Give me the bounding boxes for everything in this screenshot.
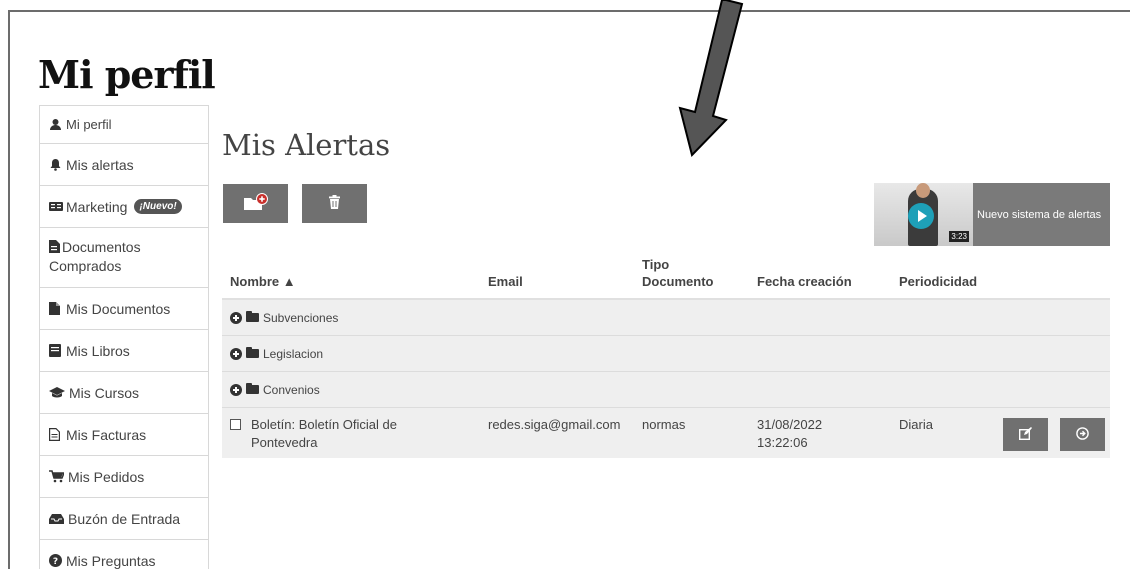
trash-icon: [329, 195, 340, 212]
table-row: Boletín: Boletín Oficial de Pontevedra r…: [222, 408, 1110, 458]
video-tutorial[interactable]: 3:23 Nuevo sistema de alertas: [874, 183, 1110, 246]
sidebar-item-mis-documentos[interactable]: Mis Documentos: [40, 288, 208, 330]
folder-icon: [246, 347, 259, 358]
sidebar-item-label: Mis Libros: [66, 342, 130, 359]
table-header: Nombre ▲ Email Tipo Documento Fecha crea…: [222, 250, 1110, 300]
sidebar-item-label: Mis Cursos: [69, 384, 140, 401]
video-label: Nuevo sistema de alertas: [977, 208, 1102, 221]
sidebar-item-mis-pedidos[interactable]: Mis Pedidos: [40, 456, 208, 498]
edit-button[interactable]: [1003, 418, 1048, 451]
page-title: Mi perfil: [38, 52, 216, 97]
group-label: Subvenciones: [263, 310, 339, 325]
folder-icon: [246, 311, 259, 322]
cell-nombre: Boletín: Boletín Oficial de Pontevedra: [222, 416, 480, 452]
graduation-cap-icon: [49, 386, 65, 399]
column-header-nombre[interactable]: Nombre ▲: [222, 273, 480, 290]
column-header-fecha-creacion[interactable]: Fecha creación: [749, 273, 891, 290]
sidebar-item-content: Documentos Comprados: [49, 238, 199, 276]
sidebar-item-mis-cursos[interactable]: Mis Cursos: [40, 372, 208, 414]
cell-email: redes.siga@gmail.com: [488, 417, 621, 432]
user-icon: [49, 118, 62, 131]
edit-icon: [1018, 426, 1032, 443]
invoice-icon: [48, 428, 62, 441]
alerts-table: Nombre ▲ Email Tipo Documento Fecha crea…: [222, 250, 1110, 458]
sidebar-item-label: Mi perfil: [66, 117, 112, 132]
arrow-circle-right-icon: [1076, 426, 1089, 443]
svg-text:?: ?: [53, 557, 58, 567]
sidebar-item-label: Documentos Comprados: [49, 239, 141, 274]
view-button[interactable]: [1060, 418, 1105, 451]
video-thumbnail: 3:23: [874, 183, 973, 246]
sidebar-item-label: Buzón de Entrada: [68, 510, 181, 527]
cell-tipo: normas: [642, 417, 686, 432]
expand-icon: [230, 311, 242, 324]
book-icon: [49, 344, 62, 357]
column-header-email[interactable]: Email: [480, 273, 634, 290]
bell-icon: [49, 158, 62, 171]
expand-icon: [230, 383, 242, 396]
group-label: Legislacion: [263, 346, 324, 361]
sidebar-item-label: Marketing: [66, 198, 128, 215]
row-actions: [1003, 416, 1105, 451]
sidebar-item-mis-libros[interactable]: Mis Libros: [40, 330, 208, 372]
delete-button[interactable]: [302, 184, 367, 223]
sidebar-item-buzon-de-entrada[interactable]: Buzón de Entrada: [40, 498, 208, 540]
file-icon: [49, 239, 62, 253]
sidebar-item-mis-facturas[interactable]: Mis Facturas: [40, 414, 208, 456]
document-icon: [49, 302, 62, 315]
column-header-tipo-documento[interactable]: Tipo Documento: [634, 256, 749, 290]
sidebar-item-marketing[interactable]: Marketing ¡Nuevo!: [40, 186, 208, 228]
sidebar-item-label: Mis Documentos: [66, 300, 171, 317]
new-badge: ¡Nuevo!: [134, 199, 182, 214]
sidebar-item-mi-perfil[interactable]: Mi perfil: [40, 106, 208, 144]
inbox-icon: [49, 512, 64, 525]
alert-name: Boletín: Boletín Oficial de Pontevedra: [251, 417, 397, 450]
sidebar-item-mis-preguntas[interactable]: ? Mis Preguntas: [40, 540, 208, 569]
group-row-subvenciones[interactable]: Subvenciones: [222, 300, 1110, 336]
sidebar-item-mis-alertas[interactable]: Mis alertas: [40, 144, 208, 186]
group-row-convenios[interactable]: Convenios: [222, 372, 1110, 408]
play-icon: [908, 203, 934, 229]
group-label: Convenios: [263, 382, 320, 397]
frame-top-border: [8, 10, 1130, 12]
cell-fecha: 31/08/2022 13:22:06: [757, 417, 823, 450]
row-checkbox[interactable]: [230, 419, 241, 430]
newspaper-icon: [49, 200, 63, 213]
question-icon: ?: [49, 554, 62, 567]
sidebar: Mi perfil Mis alertas Marketing ¡Nuevo! …: [39, 105, 209, 569]
section-title: Mis Alertas: [222, 128, 391, 162]
sidebar-item-label: Mis Preguntas: [66, 552, 156, 569]
expand-icon: [230, 347, 242, 360]
new-alert-button[interactable]: [223, 184, 288, 223]
video-duration: 3:23: [949, 231, 969, 242]
frame-left-border: [8, 10, 10, 569]
sidebar-item-label: Mis Facturas: [66, 426, 147, 443]
sidebar-item-documentos-comprados[interactable]: Documentos Comprados: [40, 228, 208, 288]
sidebar-item-label: Mis alertas: [66, 156, 134, 173]
column-header-periodicidad[interactable]: Periodicidad: [891, 273, 1011, 290]
group-row-legislacion[interactable]: Legislacion: [222, 336, 1110, 372]
folder-add-icon: [243, 193, 269, 214]
folder-icon: [246, 383, 259, 394]
sidebar-item-label: Mis Pedidos: [68, 468, 145, 485]
cart-icon: [49, 470, 66, 483]
cell-periodicidad: Diaria: [899, 417, 933, 432]
arrow-annotation: [678, 0, 744, 157]
presenter-head: [916, 183, 930, 198]
